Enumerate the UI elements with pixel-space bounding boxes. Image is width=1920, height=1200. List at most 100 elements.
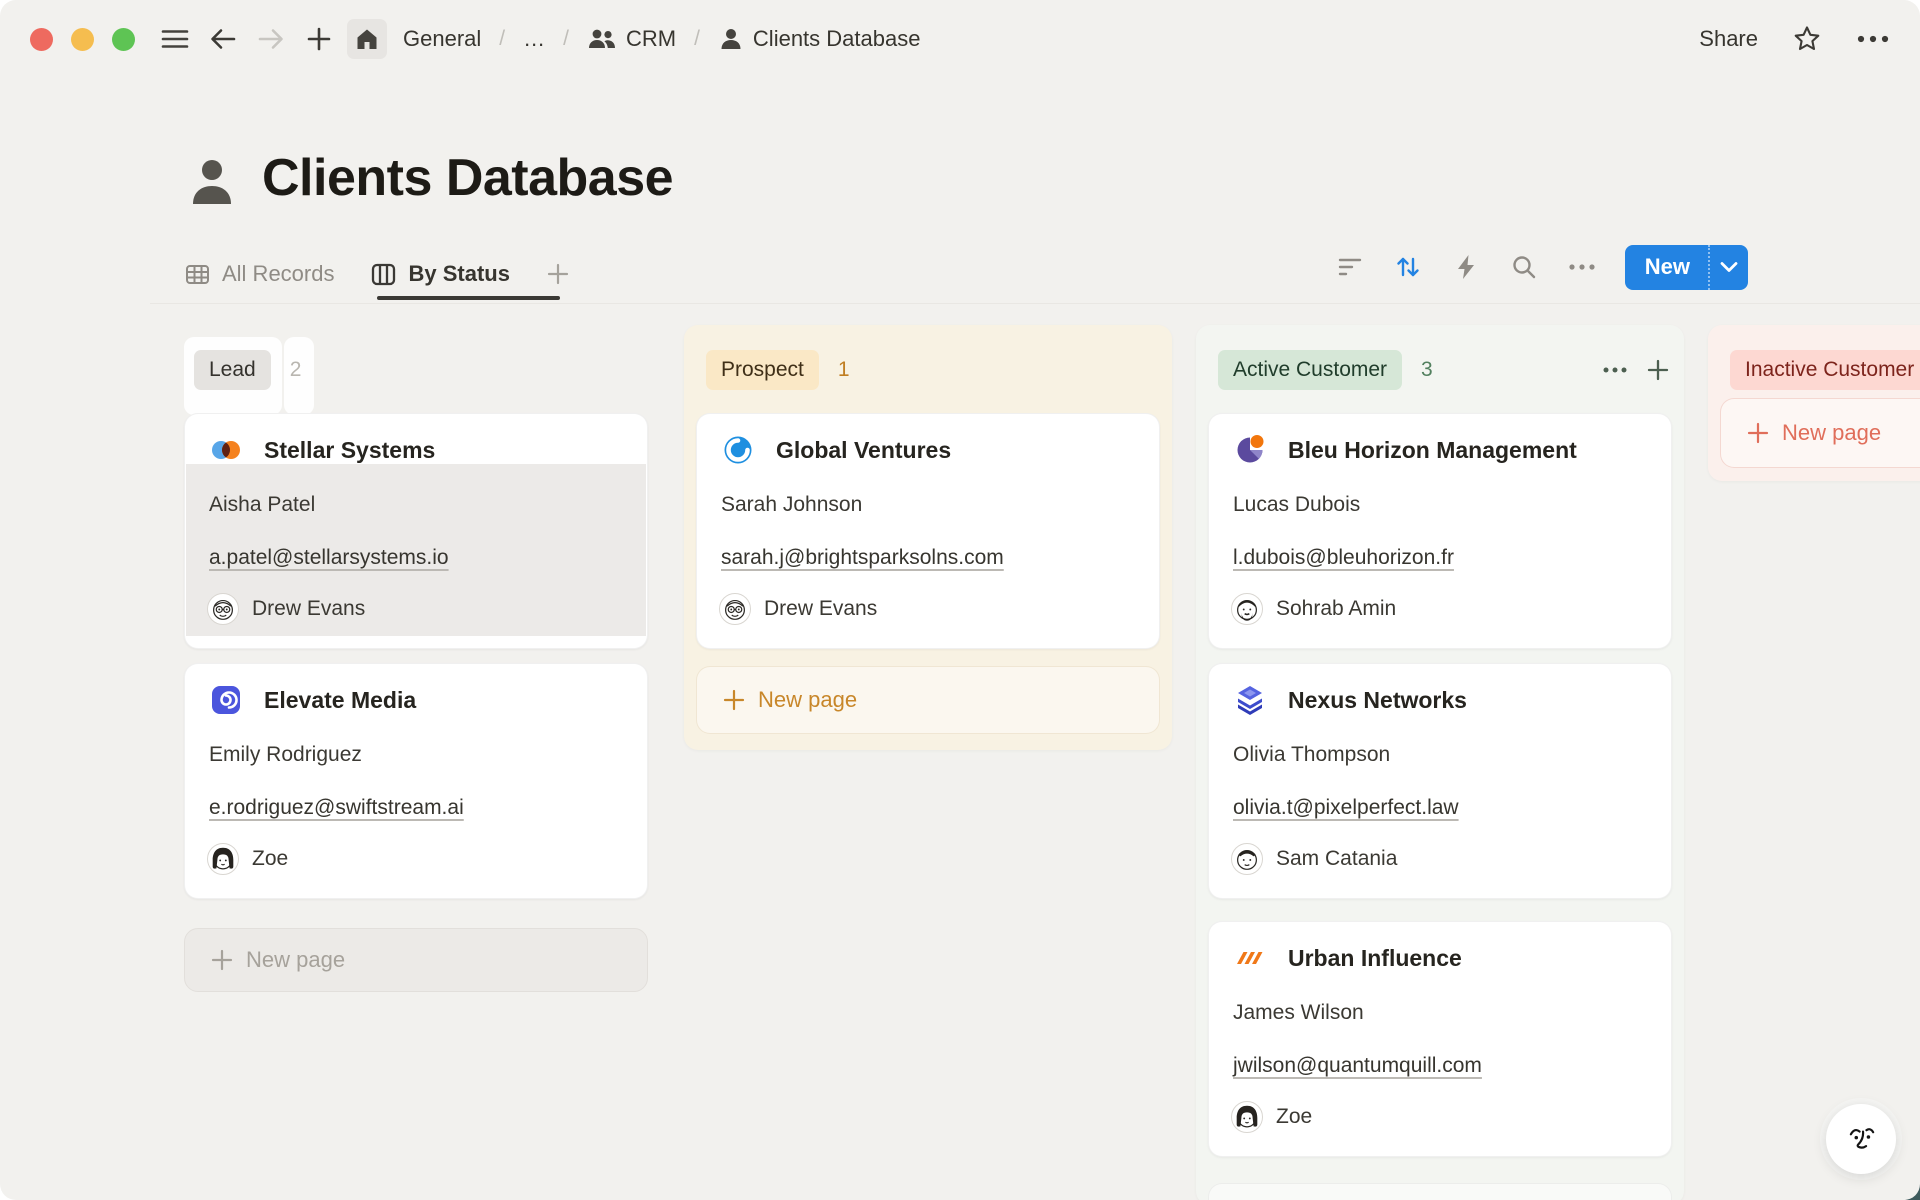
arrow-right-icon [256, 26, 286, 52]
card-global-ventures[interactable]: Global Ventures Sarah Johnson sarah.j@br… [696, 413, 1160, 649]
tab-all-records[interactable]: All Records [184, 261, 334, 288]
sort-icon[interactable] [1393, 252, 1423, 282]
card-title: Bleu Horizon Management [1288, 437, 1577, 464]
card-urban-influence[interactable]: Urban Influence James Wilson jwilson@qua… [1208, 921, 1672, 1157]
avatar-sohrab-amin [1231, 593, 1263, 625]
sidebar-toggle-button[interactable] [155, 19, 195, 59]
card-email-link[interactable]: jwilson@quantumquill.com [1233, 1054, 1482, 1078]
tab-by-status[interactable]: By Status [370, 261, 509, 288]
card-email-link[interactable]: olivia.t@pixelperfect.law [1233, 796, 1459, 820]
back-button[interactable] [203, 19, 243, 59]
card-elevate-media[interactable]: Elevate Media Emily Rodriguez e.rodrigue… [184, 663, 648, 899]
share-button[interactable]: Share [1699, 26, 1758, 52]
page-title: Clients Database [262, 148, 673, 208]
board-column-active-customer: Active Customer 3 Bleu Horizon Managemen… [1196, 325, 1684, 1200]
new-page-button-active[interactable]: New page [1208, 1183, 1672, 1200]
favorite-star-icon[interactable] [1792, 24, 1822, 54]
company-logo-urban-influence [1233, 941, 1267, 975]
new-record-button[interactable]: New [1625, 245, 1748, 290]
breadcrumb-crm[interactable]: CRM [581, 22, 682, 56]
company-logo-nexus-networks [1233, 683, 1267, 717]
zoom-window-button[interactable] [112, 28, 135, 51]
filter-icon[interactable] [1335, 252, 1365, 282]
column-add-card-icon[interactable] [1646, 358, 1670, 382]
card-title: Stellar Systems [264, 437, 435, 464]
window-titlebar: General / … / CRM / Clients Database Sha… [0, 0, 1920, 78]
card-owner: Zoe [1231, 1101, 1312, 1133]
board-column-prospect: Prospect 1 Global Ventures Sarah Johnson… [684, 325, 1172, 750]
column-header-prospect[interactable]: Prospect 1 [706, 350, 1158, 390]
tabs-divider [150, 303, 1920, 304]
card-nexus-networks[interactable]: Nexus Networks Olivia Thompson olivia.t@… [1208, 663, 1672, 899]
breadcrumb-collapsed[interactable]: … [517, 22, 551, 56]
column-header-inactive-customer[interactable]: Inactive Customer [1730, 350, 1920, 390]
add-view-button[interactable] [546, 262, 570, 286]
card-email-link[interactable]: sarah.j@brightsparksolns.com [721, 546, 1004, 570]
more-options-icon[interactable] [1856, 34, 1890, 44]
card-owner: Drew Evans [207, 593, 365, 625]
card-stellar-systems[interactable]: Stellar Systems Aisha Patel a.patel@stel… [184, 413, 648, 649]
notion-ai-face-button[interactable] [1826, 1104, 1896, 1174]
card-bleu-horizon-management[interactable]: Bleu Horizon Management Lucas Dubois l.d… [1208, 413, 1672, 649]
card-email-link[interactable]: l.dubois@bleuhorizon.fr [1233, 546, 1454, 570]
new-page-button-lead[interactable]: New page [184, 928, 648, 992]
view-options-icon[interactable] [1567, 252, 1597, 282]
card-email-link[interactable]: a.patel@stellarsystems.io [209, 546, 449, 570]
page-icon-person[interactable] [188, 156, 236, 208]
card-contact-name: Olivia Thompson [1233, 743, 1390, 767]
avatar-sam-catania [1231, 843, 1263, 875]
card-title: Urban Influence [1288, 945, 1462, 972]
automations-lightning-icon[interactable] [1451, 252, 1481, 282]
column-header-lead[interactable]: Lead 2 [194, 350, 646, 390]
new-tab-button[interactable] [299, 19, 339, 59]
owner-name: Sam Catania [1276, 847, 1397, 871]
table-view-icon [184, 261, 211, 288]
breadcrumb: General / … / CRM / Clients Database [397, 22, 926, 56]
card-contact-name: Sarah Johnson [721, 493, 862, 517]
status-tag-active-customer: Active Customer [1218, 350, 1402, 390]
breadcrumb-separator: / [499, 27, 505, 51]
forward-button[interactable] [251, 19, 291, 59]
plus-icon [211, 949, 233, 971]
status-tag-prospect: Prospect [706, 350, 819, 390]
breadcrumb-general[interactable]: General [397, 22, 487, 56]
column-more-options-icon[interactable] [1602, 366, 1628, 374]
plus-icon [723, 689, 745, 711]
card-title: Elevate Media [264, 687, 416, 714]
card-contact-name: Aisha Patel [209, 493, 315, 517]
owner-name: Sohrab Amin [1276, 597, 1396, 621]
avatar-zoe [207, 843, 239, 875]
card-owner: Zoe [207, 843, 288, 875]
card-contact-name: James Wilson [1233, 1001, 1364, 1025]
minimize-window-button[interactable] [71, 28, 94, 51]
board-view-icon [370, 261, 397, 288]
window-controls [30, 28, 135, 51]
plus-icon [546, 262, 570, 286]
avatar-drew-evans [719, 593, 751, 625]
new-page-button-prospect[interactable]: New page [696, 666, 1160, 734]
chevron-down-icon [1720, 261, 1738, 273]
ai-face-icon [1838, 1116, 1884, 1162]
close-window-button[interactable] [30, 28, 53, 51]
plus-icon [306, 26, 332, 52]
new-page-button-inactive[interactable]: New page [1720, 398, 1920, 468]
column-count: 1 [838, 358, 850, 382]
card-owner: Sam Catania [1231, 843, 1397, 875]
card-owner: Sohrab Amin [1231, 593, 1396, 625]
card-owner: Drew Evans [719, 593, 877, 625]
app-window: General / … / CRM / Clients Database Sha… [0, 0, 1920, 1200]
new-record-dropdown[interactable] [1708, 245, 1748, 290]
card-email-link[interactable]: e.rodriguez@swiftstream.ai [209, 796, 464, 820]
search-icon[interactable] [1509, 252, 1539, 282]
people-icon [587, 27, 617, 51]
company-logo-stellar-systems [209, 433, 243, 467]
breadcrumb-clients-database[interactable]: Clients Database [712, 22, 927, 56]
home-button[interactable] [347, 19, 387, 59]
person-icon [718, 26, 744, 52]
owner-name: Zoe [252, 847, 288, 871]
column-header-active-customer[interactable]: Active Customer 3 [1218, 350, 1670, 390]
avatar-zoe [1231, 1101, 1263, 1133]
breadcrumb-separator: / [694, 27, 700, 51]
column-count: 3 [1421, 358, 1433, 382]
card-title: Global Ventures [776, 437, 951, 464]
